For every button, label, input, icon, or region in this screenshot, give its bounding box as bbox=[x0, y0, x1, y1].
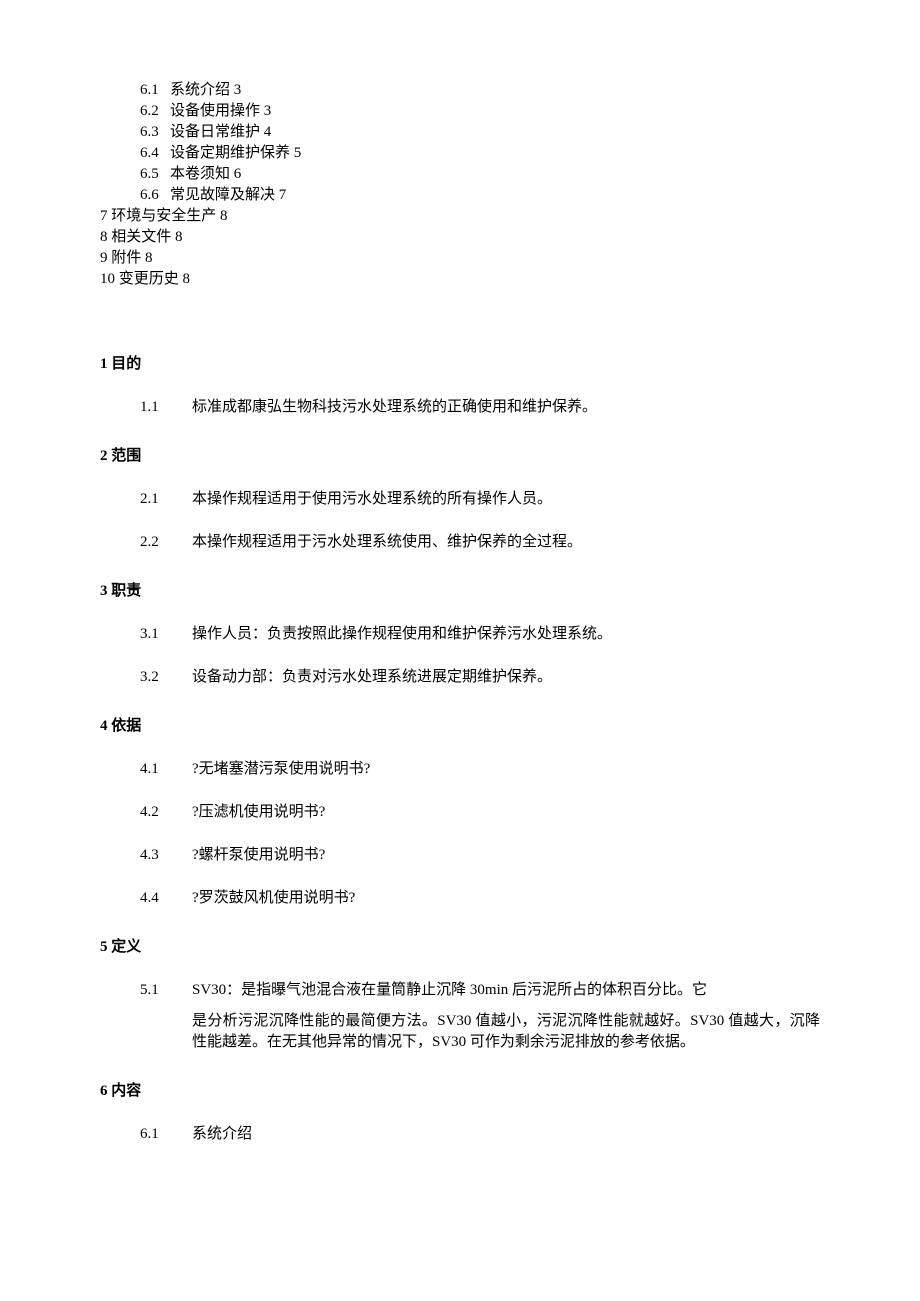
list-item: 4.2 ?压滤机使用说明书? bbox=[140, 802, 820, 823]
toc-sub-block: 6.1系统介绍 3 6.2设备使用操作 3 6.3设备日常维护 4 6.4设备定… bbox=[100, 80, 820, 206]
item-number: 4.2 bbox=[140, 802, 192, 823]
toc-num: 6.3 bbox=[140, 122, 170, 143]
toc-label: 设备定期维护保养 5 bbox=[170, 143, 301, 164]
toc-item: 6.1系统介绍 3 bbox=[140, 80, 820, 101]
toc-item: 6.4设备定期维护保养 5 bbox=[140, 143, 820, 164]
toc-label: 本卷须知 6 bbox=[170, 164, 241, 185]
toc-num: 6.2 bbox=[140, 101, 170, 122]
toc-item: 6.5本卷须知 6 bbox=[140, 164, 820, 185]
list-item: 5.1 SV30：是指曝气池混合液在量筒静止沉降 30min 后污泥所占的体积百… bbox=[140, 980, 820, 1001]
toc-label: 设备使用操作 3 bbox=[170, 101, 271, 122]
list-item: 4.4 ?罗茨鼓风机使用说明书? bbox=[140, 888, 820, 909]
item-text: 设备动力部：负责对污水处理系统进展定期维护保养。 bbox=[192, 667, 552, 688]
item-text: ?无堵塞潜污泵使用说明书? bbox=[192, 759, 370, 780]
section-heading-scope: 2 范围 bbox=[100, 446, 820, 467]
item-text: ?压滤机使用说明书? bbox=[192, 802, 325, 823]
toc-label: 常见故障及解决 7 bbox=[170, 185, 286, 206]
toc-num: 6.4 bbox=[140, 143, 170, 164]
section-heading-responsibility: 3 职责 bbox=[100, 581, 820, 602]
list-item: 3.1 操作人员：负责按照此操作规程使用和维护保养污水处理系统。 bbox=[140, 624, 820, 645]
item-number: 4.1 bbox=[140, 759, 192, 780]
item-text: SV30：是指曝气池混合液在量筒静止沉降 30min 后污泥所占的体积百分比。它 bbox=[192, 980, 707, 1001]
item-number: 1.1 bbox=[140, 397, 192, 418]
toc-item: 10 变更历史 8 bbox=[100, 269, 820, 290]
item-number: 3.2 bbox=[140, 667, 192, 688]
item-text: ?罗茨鼓风机使用说明书? bbox=[192, 888, 355, 909]
list-item: 6.1 系统介绍 bbox=[140, 1124, 820, 1145]
toc-item: 6.6常见故障及解决 7 bbox=[140, 185, 820, 206]
toc-item: 8 相关文件 8 bbox=[100, 227, 820, 248]
toc-top-block: 7 环境与安全生产 8 8 相关文件 8 9 附件 8 10 变更历史 8 bbox=[100, 206, 820, 290]
item-number: 3.1 bbox=[140, 624, 192, 645]
item-text: 本操作规程适用于污水处理系统使用、维护保养的全过程。 bbox=[192, 532, 582, 553]
list-item: 2.1 本操作规程适用于使用污水处理系统的所有操作人员。 bbox=[140, 489, 820, 510]
item-number: 2.2 bbox=[140, 532, 192, 553]
section-heading-basis: 4 依据 bbox=[100, 716, 820, 737]
section-heading-definition: 5 定义 bbox=[100, 937, 820, 958]
toc-label: 系统介绍 3 bbox=[170, 80, 241, 101]
item-number: 2.1 bbox=[140, 489, 192, 510]
toc-label: 设备日常维护 4 bbox=[170, 122, 271, 143]
list-item: 3.2 设备动力部：负责对污水处理系统进展定期维护保养。 bbox=[140, 667, 820, 688]
toc-item: 6.2设备使用操作 3 bbox=[140, 101, 820, 122]
item-number: 4.3 bbox=[140, 845, 192, 866]
list-item: 1.1 标准成都康弘生物科技污水处理系统的正确使用和维护保养。 bbox=[140, 397, 820, 418]
toc-item: 7 环境与安全生产 8 bbox=[100, 206, 820, 227]
item-number: 4.4 bbox=[140, 888, 192, 909]
list-item: 4.3 ?螺杆泵使用说明书? bbox=[140, 845, 820, 866]
item-text: 本操作规程适用于使用污水处理系统的所有操作人员。 bbox=[192, 489, 552, 510]
section-heading-content: 6 内容 bbox=[100, 1081, 820, 1102]
item-number: 5.1 bbox=[140, 980, 192, 1001]
toc-item: 6.3设备日常维护 4 bbox=[140, 122, 820, 143]
item-text: ?螺杆泵使用说明书? bbox=[192, 845, 325, 866]
item-text: 系统介绍 bbox=[192, 1124, 252, 1145]
toc-num: 6.6 bbox=[140, 185, 170, 206]
item-text: 标准成都康弘生物科技污水处理系统的正确使用和维护保养。 bbox=[192, 397, 597, 418]
toc-num: 6.1 bbox=[140, 80, 170, 101]
list-item: 2.2 本操作规程适用于污水处理系统使用、维护保养的全过程。 bbox=[140, 532, 820, 553]
definition-continuation: 是分析污泥沉降性能的最简便方法。SV30 值越小，污泥沉降性能就越好。SV30 … bbox=[192, 1011, 820, 1053]
toc-num: 6.5 bbox=[140, 164, 170, 185]
item-text: 操作人员：负责按照此操作规程使用和维护保养污水处理系统。 bbox=[192, 624, 612, 645]
section-heading-purpose: 1 目的 bbox=[100, 354, 820, 375]
list-item: 4.1 ?无堵塞潜污泵使用说明书? bbox=[140, 759, 820, 780]
item-number: 6.1 bbox=[140, 1124, 192, 1145]
toc-item: 9 附件 8 bbox=[100, 248, 820, 269]
